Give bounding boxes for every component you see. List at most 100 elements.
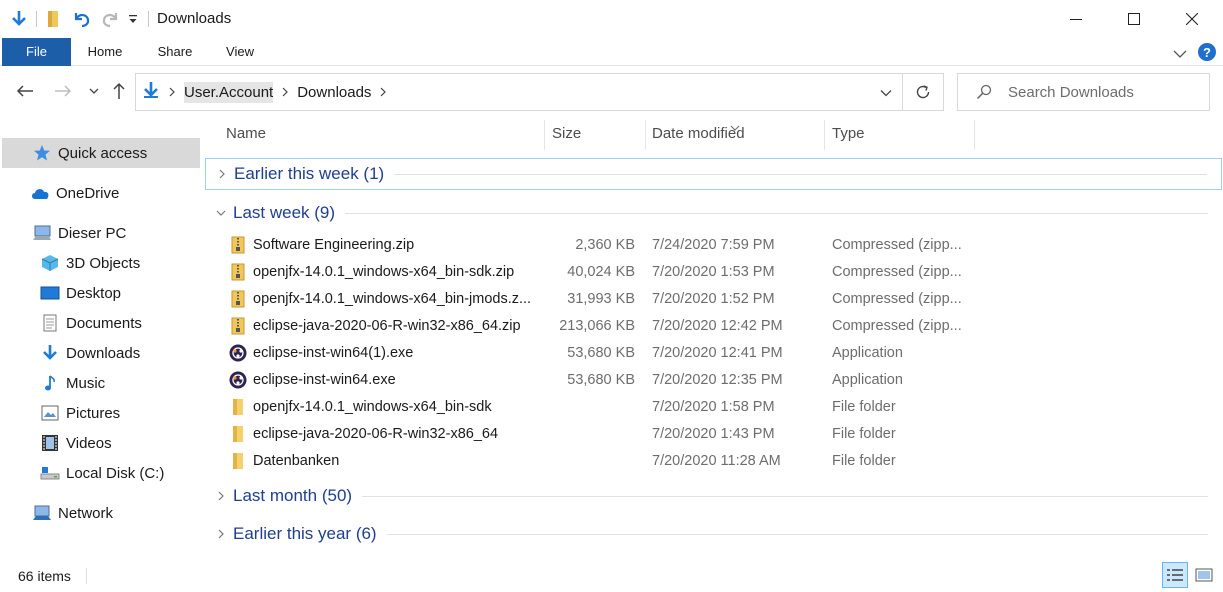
search-icon (974, 82, 994, 102)
tab-file[interactable]: File (2, 38, 71, 66)
breadcrumb-separator-icon[interactable] (379, 84, 387, 101)
sidebar-item-music[interactable]: Music (2, 368, 200, 398)
file-row[interactable]: openjfx-14.0.1_windows-x64_bin-sdk 7/20/… (203, 394, 1223, 421)
forward-arrow-icon (55, 85, 72, 97)
customize-toolbar-icon[interactable] (127, 8, 139, 30)
qat-separator (36, 11, 37, 27)
svg-text:?: ? (1203, 45, 1211, 60)
picture-icon (40, 403, 60, 423)
help-icon[interactable]: ? (1197, 42, 1217, 65)
downloads-location-icon (142, 81, 160, 103)
tab-view[interactable]: View (212, 38, 268, 66)
column-header-type[interactable]: Type (832, 116, 865, 152)
redo-icon[interactable] (99, 8, 121, 30)
group-last-month[interactable]: Last month (50) (205, 480, 1222, 512)
file-date: 7/24/2020 7:59 PM (652, 237, 775, 253)
refresh-button[interactable] (903, 73, 944, 111)
tab-home[interactable]: Home (76, 38, 134, 66)
music-icon (40, 373, 60, 393)
sidebar-item-downloads[interactable]: Downloads (2, 338, 200, 368)
computer-icon (32, 223, 52, 243)
breadcrumb-separator-icon[interactable] (168, 84, 176, 101)
file-size: 53,680 KB (567, 372, 635, 388)
column-divider[interactable] (974, 120, 975, 150)
sidebar-item-network[interactable]: Network (2, 498, 200, 528)
column-header-name[interactable]: Name (226, 116, 266, 152)
zip-icon (229, 263, 247, 281)
status-bar: 66 items (0, 560, 1223, 592)
up-arrow-icon (113, 82, 125, 99)
group-earlier-this-year[interactable]: Earlier this year (6) (205, 518, 1222, 550)
maximize-icon (1128, 13, 1140, 25)
details-view-icon (1167, 569, 1183, 581)
file-type: File folder (832, 399, 896, 415)
item-count: 66 items (18, 568, 71, 584)
column-divider[interactable] (544, 120, 545, 150)
file-name: Software Engineering.zip (253, 237, 415, 253)
folder-icon (229, 452, 247, 470)
sidebar-item-documents[interactable]: Documents (2, 308, 200, 338)
group-earlier-this-week[interactable]: Earlier this week (1) (205, 158, 1222, 190)
navigation-pane: Quick access OneDrive Dieser PC 3D Objec… (0, 116, 203, 560)
breadcrumb-separator-icon[interactable] (281, 84, 289, 101)
folder-icon (229, 398, 247, 416)
expand-ribbon-icon[interactable] (1173, 46, 1187, 62)
address-history-button[interactable] (876, 83, 896, 103)
breadcrumb-downloads[interactable]: Downloads (297, 84, 371, 101)
recent-locations-button[interactable] (83, 80, 105, 102)
file-name: eclipse-java-2020-06-R-win32-x86_64 (253, 426, 499, 442)
sidebar-item-label: Local Disk (C:) (66, 464, 165, 482)
forward-button[interactable] (52, 80, 74, 102)
file-row[interactable]: Software Engineering.zip 2,360 KB 7/24/2… (203, 232, 1223, 259)
sidebar-item-3d-objects[interactable]: 3D Objects (2, 248, 200, 278)
column-divider[interactable] (824, 120, 825, 150)
sidebar-item-onedrive[interactable]: OneDrive (2, 178, 200, 208)
download-arrow-icon[interactable] (8, 8, 30, 30)
close-button[interactable] (1163, 0, 1221, 38)
file-row[interactable]: eclipse-java-2020-06-R-win32-x86_64.zip … (203, 313, 1223, 340)
search-input[interactable]: Search Downloads (957, 73, 1210, 111)
sidebar-item-label: 3D Objects (66, 254, 141, 272)
sidebar-item-videos[interactable]: Videos (2, 428, 200, 458)
up-button[interactable] (108, 80, 130, 102)
chevron-down-icon (880, 90, 892, 97)
eclipse-icon (229, 371, 247, 389)
chevron-down-icon (209, 209, 233, 217)
sidebar-item-label: Videos (66, 434, 112, 452)
sidebar-item-this-pc[interactable]: Dieser PC (2, 218, 200, 248)
ribbon-controls: ? (1173, 42, 1217, 65)
sidebar-item-pictures[interactable]: Pictures (2, 398, 200, 428)
sidebar-item-desktop[interactable]: Desktop (2, 278, 200, 308)
file-type: Compressed (zipp... (832, 318, 962, 334)
minimize-button[interactable] (1047, 0, 1105, 38)
breadcrumb-user[interactable]: User.Account (184, 81, 274, 103)
file-date: 7/20/2020 12:41 PM (652, 345, 783, 361)
file-row[interactable]: openjfx-14.0.1_windows-x64_bin-jmods.z..… (203, 286, 1223, 313)
chevron-right-icon (209, 490, 233, 502)
group-divider (394, 173, 1207, 175)
large-icons-view-button[interactable] (1191, 562, 1217, 588)
file-list: Name Size Date modified Type Earlier thi… (203, 116, 1223, 560)
address-bar[interactable]: User.Account Downloads (135, 73, 903, 111)
sidebar-item-quick-access[interactable]: Quick access (2, 138, 200, 168)
column-header-size[interactable]: Size (552, 116, 581, 152)
details-view-button[interactable] (1162, 562, 1188, 588)
file-row[interactable]: eclipse-inst-win64.exe 53,680 KB 7/20/20… (203, 367, 1223, 394)
folder-icon[interactable] (43, 8, 65, 30)
sidebar-item-local-disk[interactable]: Local Disk (C:) (2, 458, 200, 488)
file-name: openjfx-14.0.1_windows-x64_bin-jmods.z..… (253, 291, 532, 307)
sidebar-item-label: Desktop (66, 284, 122, 302)
tab-share[interactable]: Share (146, 38, 204, 66)
file-row[interactable]: openjfx-14.0.1_windows-x64_bin-sdk.zip 4… (203, 259, 1223, 286)
maximize-button[interactable] (1105, 0, 1163, 38)
file-row[interactable]: Datenbanken 7/20/2020 11:28 AM File fold… (203, 448, 1223, 475)
back-button[interactable] (14, 80, 36, 102)
undo-icon[interactable] (71, 8, 93, 30)
file-row[interactable]: eclipse-inst-win64(1).exe 53,680 KB 7/20… (203, 340, 1223, 367)
disk-icon (40, 463, 60, 483)
file-name: eclipse-inst-win64(1).exe (253, 345, 414, 361)
file-row[interactable]: eclipse-java-2020-06-R-win32-x86_64 7/20… (203, 421, 1223, 448)
column-divider[interactable] (645, 120, 646, 150)
file-type: Application (832, 345, 903, 361)
group-last-week[interactable]: Last week (9) (205, 197, 1222, 229)
